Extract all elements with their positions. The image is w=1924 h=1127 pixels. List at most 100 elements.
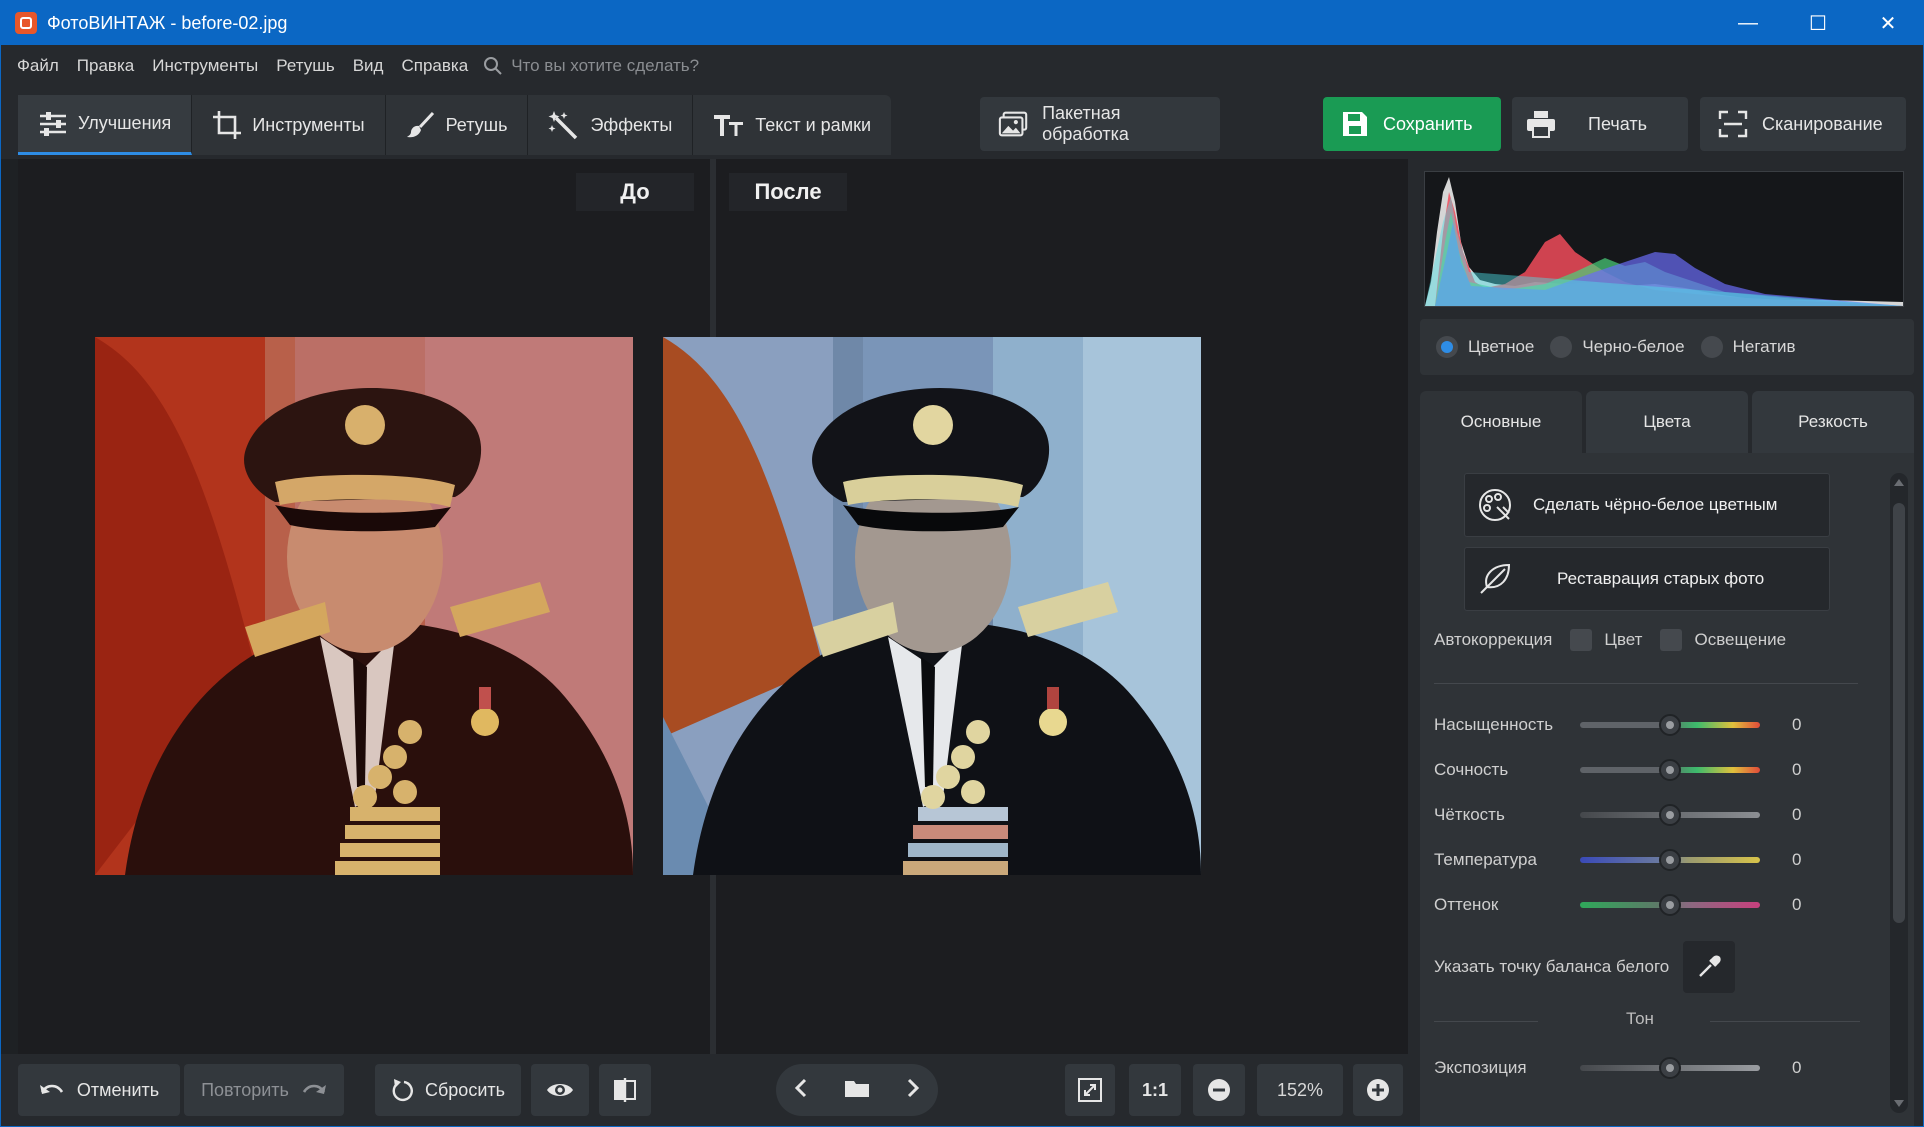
- slider-handle[interactable]: [1659, 714, 1681, 736]
- next-image-button[interactable]: [906, 1078, 920, 1103]
- close-button[interactable]: ✕: [1853, 1, 1923, 45]
- undo-icon: [39, 1084, 63, 1094]
- save-button[interactable]: Сохранить: [1323, 97, 1501, 151]
- panel-scrollbar[interactable]: [1890, 473, 1908, 1113]
- white-balance-row: Указать точку баланса белого: [1434, 941, 1736, 993]
- zoom-in-button[interactable]: [1353, 1064, 1403, 1116]
- white-balance-picker-button[interactable]: [1683, 941, 1736, 993]
- color-mode-selector: Цветное Черно-белое Негатив: [1420, 319, 1914, 375]
- redo-button[interactable]: Повторить: [184, 1064, 344, 1116]
- tab-label: Улучшения: [78, 113, 172, 133]
- image-canvas: До После: [18, 159, 1408, 1054]
- tab-label: Ретушь: [445, 114, 508, 135]
- printer-icon: [1527, 111, 1555, 138]
- scroll-thumb[interactable]: [1893, 503, 1905, 923]
- slider-temperature: Температура 0: [1434, 845, 1894, 875]
- tint-slider[interactable]: [1580, 894, 1760, 916]
- zoom-out-button[interactable]: [1193, 1064, 1245, 1116]
- command-search[interactable]: Что вы хотите сделать?: [483, 56, 699, 76]
- tab-basic[interactable]: Основные: [1420, 391, 1582, 453]
- search-placeholder: Что вы хотите сделать?: [511, 56, 700, 75]
- section-tabs: Улучшения Инструменты Ретушь Эффекты Тек…: [18, 95, 891, 155]
- colorize-button[interactable]: Сделать чёрно-белое цветным: [1464, 473, 1830, 537]
- slider-label: Насыщенность: [1434, 715, 1554, 734]
- search-icon: [484, 57, 502, 75]
- scroll-down-arrow[interactable]: [1894, 1100, 1904, 1107]
- autocorr-light-checkbox[interactable]: [1660, 629, 1683, 651]
- reset-button[interactable]: Сбросить: [375, 1064, 521, 1116]
- slider-value: 0: [1792, 1058, 1802, 1077]
- slider-value: 0: [1792, 760, 1802, 779]
- open-folder-button[interactable]: [844, 1078, 870, 1103]
- zoom-level-field[interactable]: 152%: [1257, 1064, 1343, 1116]
- tab-enhancements[interactable]: Улучшения: [18, 95, 193, 155]
- magic-wand-icon: [548, 111, 578, 140]
- menu-file[interactable]: Файл: [8, 56, 68, 76]
- menu-tools[interactable]: Инструменты: [143, 56, 267, 76]
- minimize-button[interactable]: —: [1713, 1, 1783, 45]
- clarity-slider[interactable]: [1580, 804, 1760, 826]
- save-label: Сохранить: [1383, 113, 1473, 134]
- batch-processing-button[interactable]: Пакетная обработка: [980, 97, 1220, 151]
- after-photo: [663, 337, 1201, 875]
- exposure-slider[interactable]: [1580, 1057, 1760, 1079]
- scan-button[interactable]: Сканирование: [1700, 97, 1906, 151]
- scroll-up-arrow[interactable]: [1894, 479, 1904, 486]
- autocorr-light-label: Освещение: [1694, 630, 1787, 649]
- print-button[interactable]: Печать: [1512, 97, 1688, 151]
- menu-view[interactable]: Вид: [344, 56, 393, 76]
- fit-to-screen-button[interactable]: [1065, 1064, 1115, 1116]
- white-balance-label: Указать точку баланса белого: [1434, 957, 1670, 976]
- menu-help[interactable]: Справка: [392, 56, 477, 76]
- tab-text-frames[interactable]: Текст и рамки: [693, 95, 891, 155]
- divider: [1710, 1021, 1860, 1022]
- slider-handle[interactable]: [1659, 894, 1681, 916]
- slider-handle[interactable]: [1659, 804, 1681, 826]
- radio-negative[interactable]: [1700, 336, 1723, 358]
- maximize-button[interactable]: ☐: [1783, 1, 1853, 45]
- autocorr-color-checkbox[interactable]: [1570, 629, 1593, 651]
- preview-toggle-button[interactable]: [531, 1064, 589, 1116]
- menu-edit[interactable]: Правка: [68, 56, 143, 76]
- restore-old-photo-button[interactable]: Реставрация старых фото: [1464, 547, 1830, 611]
- window-title: ФотоВИНТАЖ - before-02.jpg: [47, 12, 288, 33]
- split-view-icon: [614, 1078, 636, 1102]
- eye-icon: [547, 1084, 573, 1096]
- bottom-bar: Отменить Повторить Сбросить 1:1 152%: [1, 1054, 1408, 1126]
- file-navigation: [776, 1064, 938, 1116]
- tab-label: Текст и рамки: [755, 114, 871, 135]
- eyedropper-icon: [1699, 955, 1721, 977]
- chevron-right-icon: [907, 1078, 920, 1097]
- zoom-in-icon: [1367, 1079, 1389, 1101]
- tab-tools[interactable]: Инструменты: [192, 95, 386, 155]
- tab-effects[interactable]: Эффекты: [528, 95, 694, 155]
- menu-retouch[interactable]: Ретушь: [267, 56, 343, 76]
- tab-colors[interactable]: Цвета: [1586, 391, 1748, 453]
- previous-image-button[interactable]: [794, 1078, 808, 1103]
- autocorrection-row: Автокоррекция Цвет Освещение: [1434, 629, 1786, 651]
- temperature-slider[interactable]: [1580, 849, 1760, 871]
- tab-label: Эффекты: [590, 114, 673, 135]
- slider-exposure: Экспозиция 0: [1434, 1053, 1894, 1083]
- slider-value: 0: [1792, 850, 1802, 869]
- radio-bw[interactable]: [1550, 336, 1573, 358]
- radio-color[interactable]: [1436, 336, 1458, 358]
- slider-handle[interactable]: [1659, 759, 1681, 781]
- images-icon: [998, 111, 1028, 137]
- undo-button[interactable]: Отменить: [18, 1064, 180, 1116]
- zoom-1to1-button[interactable]: 1:1: [1129, 1064, 1181, 1116]
- slider-label: Чёткость: [1434, 805, 1505, 824]
- panel-tabs: Основные Цвета Резкость: [1420, 391, 1914, 453]
- slider-handle[interactable]: [1659, 1057, 1681, 1079]
- tab-sharpness[interactable]: Резкость: [1752, 391, 1914, 453]
- scan-icon: [1718, 110, 1748, 138]
- restore-label: Реставрация старых фото: [1557, 569, 1765, 588]
- vibrance-slider[interactable]: [1580, 759, 1760, 781]
- compare-view-button[interactable]: [599, 1064, 651, 1116]
- saturation-slider[interactable]: [1580, 714, 1760, 736]
- slider-handle[interactable]: [1659, 849, 1681, 871]
- floppy-disk-icon: [1343, 112, 1367, 136]
- feather-icon: [1480, 563, 1511, 594]
- slider-label: Температура: [1434, 850, 1537, 869]
- tab-retouch[interactable]: Ретушь: [386, 95, 529, 155]
